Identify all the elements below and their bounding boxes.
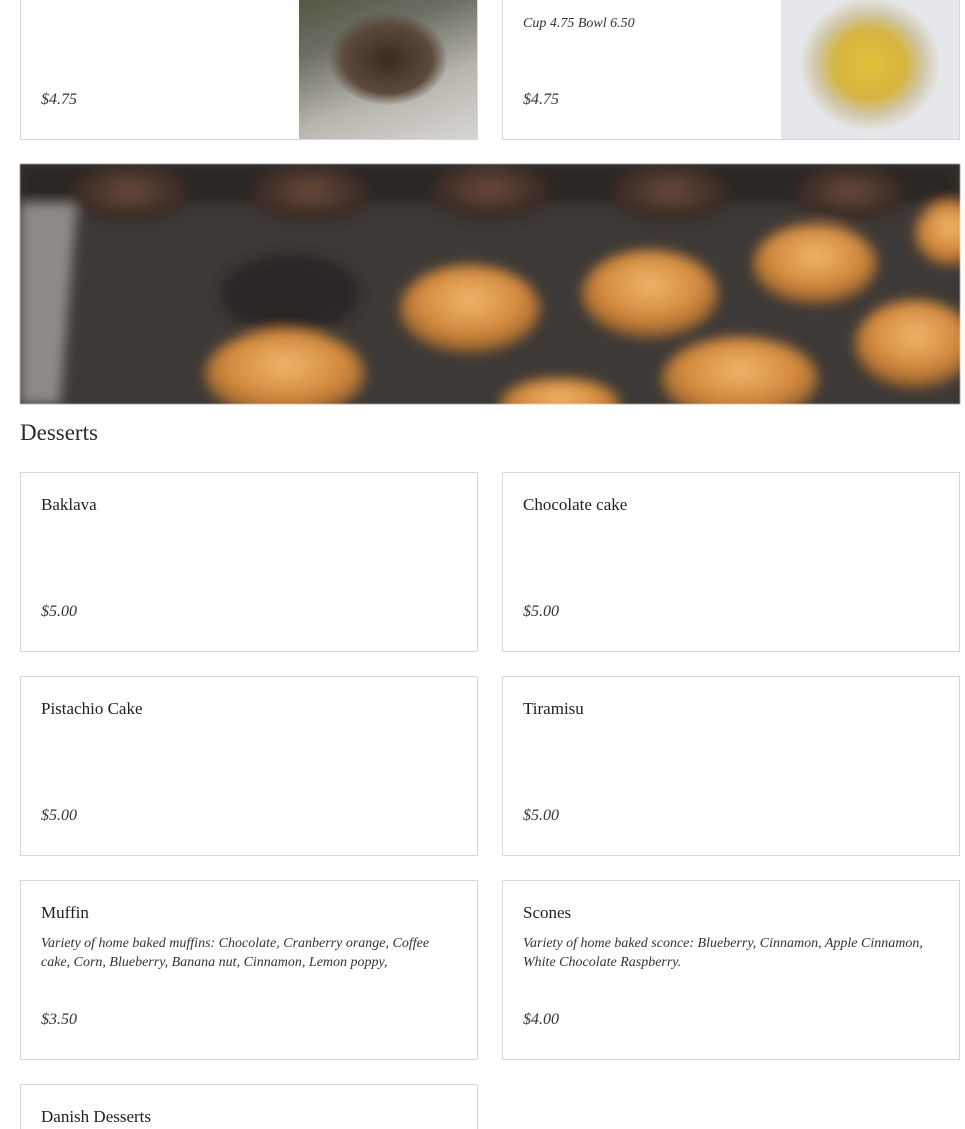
menu-item-card[interactable]: Cup 4.75 Bowl 6.50 $4.75 bbox=[502, 0, 960, 140]
menu-item-photo bbox=[781, 0, 959, 139]
menu-item-photo bbox=[299, 0, 477, 139]
menu-item-price: $4.00 bbox=[523, 1011, 559, 1028]
menu-item-card[interactable]: Danish Desserts bbox=[20, 1084, 478, 1129]
menu-item-price: $4.75 bbox=[523, 91, 559, 108]
menu-item-card[interactable]: Muffin Variety of home baked muffins: Ch… bbox=[20, 880, 478, 1060]
desserts-banner-image bbox=[20, 164, 960, 404]
menu-item-name: Tiramisu bbox=[523, 699, 584, 718]
menu-item-price: $3.50 bbox=[41, 1011, 77, 1028]
menu-item-card[interactable]: Scones Variety of home baked sconce: Blu… bbox=[502, 880, 960, 1060]
menu-item-card[interactable]: Pistachio Cake $5.00 bbox=[20, 676, 478, 856]
menu-item-price: $5.00 bbox=[523, 603, 559, 620]
menu-item-card[interactable]: Tiramisu $5.00 bbox=[502, 676, 960, 856]
menu-item-name: Scones bbox=[523, 903, 572, 922]
menu-item-name: Danish Desserts bbox=[41, 1107, 152, 1126]
menu-item-card[interactable]: Baklava $5.00 bbox=[20, 472, 478, 652]
menu-item-price: $4.75 bbox=[41, 91, 77, 108]
menu-item-name: Muffin bbox=[41, 903, 89, 922]
menu-item-name: Baklava bbox=[41, 495, 97, 514]
section-title-desserts: Desserts bbox=[20, 420, 98, 445]
menu-item-name: Chocolate cake bbox=[523, 495, 628, 514]
menu-item-price: $5.00 bbox=[523, 807, 559, 824]
menu-item-description: Variety of home baked muffins: Chocolate… bbox=[41, 936, 430, 970]
menu-item-card[interactable]: Chocolate cake $5.00 bbox=[502, 472, 960, 652]
muffin-tray-illustration bbox=[20, 164, 960, 404]
menu-item-name: Pistachio Cake bbox=[41, 699, 143, 718]
menu-item-price: $5.00 bbox=[41, 807, 77, 824]
menu-item-card[interactable]: $4.75 bbox=[20, 0, 478, 140]
menu-item-description: Variety of home baked sconce: Blueberry,… bbox=[523, 936, 923, 970]
menu-item-price: $5.00 bbox=[41, 603, 77, 620]
